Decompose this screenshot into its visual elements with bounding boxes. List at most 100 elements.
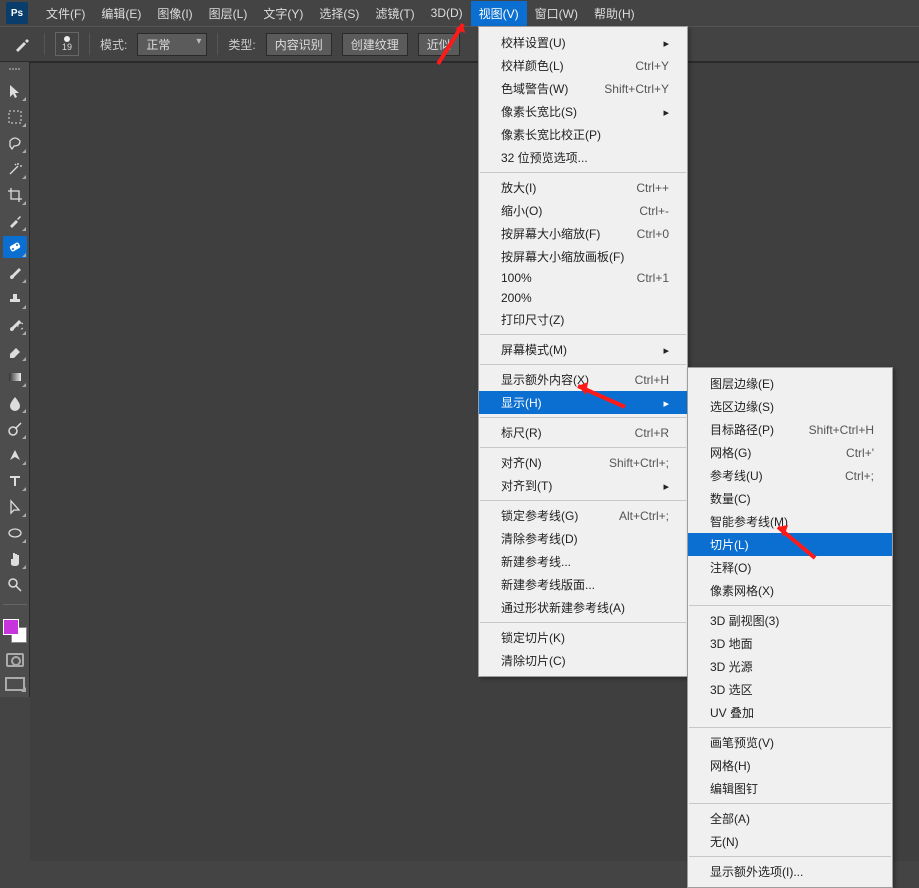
view-menu-item[interactable]: 标尺(R)Ctrl+R: [479, 421, 687, 444]
view-menu-item[interactable]: 像素长宽比校正(P): [479, 123, 687, 146]
show-menu-item[interactable]: 切片(L): [688, 533, 892, 556]
view-menu-item[interactable]: 放大(I)Ctrl++: [479, 176, 687, 199]
view-menu-item[interactable]: 通过形状新建参考线(A): [479, 596, 687, 619]
eraser-tool-icon[interactable]: [3, 340, 27, 362]
view-menu-item[interactable]: 按屏幕大小缩放(F)Ctrl+0: [479, 222, 687, 245]
view-menu-item[interactable]: 色域警告(W)Shift+Ctrl+Y: [479, 77, 687, 100]
screenmode-icon[interactable]: [5, 677, 25, 691]
quickmask-icon[interactable]: [6, 653, 24, 667]
dodge-tool-icon[interactable]: [3, 418, 27, 440]
mode-combo[interactable]: 正常: [137, 33, 207, 56]
show-menu-item[interactable]: 3D 选区: [688, 678, 892, 701]
menu-item-label: 200%: [501, 291, 669, 305]
menu-file[interactable]: 文件(F): [38, 1, 93, 26]
view-menu-item[interactable]: 新建参考线...: [479, 550, 687, 573]
show-menu-item[interactable]: 画笔预览(V): [688, 731, 892, 754]
brush-size-picker[interactable]: 19: [55, 32, 79, 56]
menu-filter[interactable]: 滤镜(T): [367, 1, 422, 26]
gradient-tool-icon[interactable]: [3, 366, 27, 388]
show-menu-item[interactable]: 智能参考线(M): [688, 510, 892, 533]
show-menu-item[interactable]: 3D 地面: [688, 632, 892, 655]
menu-select[interactable]: 选择(S): [311, 1, 367, 26]
tool-preset-icon[interactable]: [10, 33, 34, 55]
type-tool-icon[interactable]: [3, 470, 27, 492]
menu-item-label: 色域警告(W): [501, 80, 574, 97]
view-menu-item[interactable]: 32 位预览选项...: [479, 146, 687, 169]
toolbar-handle[interactable]: [0, 68, 30, 74]
blur-tool-icon[interactable]: [3, 392, 27, 414]
brush-tool-icon[interactable]: [3, 262, 27, 284]
show-menu-item[interactable]: 注释(O): [688, 556, 892, 579]
path-select-tool-icon[interactable]: [3, 496, 27, 518]
show-menu-item[interactable]: 选区边缘(S): [688, 395, 892, 418]
view-menu-item[interactable]: 对齐到(T): [479, 474, 687, 497]
menu-edit[interactable]: 编辑(E): [93, 1, 149, 26]
menu-item-label: 新建参考线...: [501, 553, 669, 570]
healing-tool-icon[interactable]: [3, 236, 27, 258]
show-menu-item[interactable]: 3D 副视图(3): [688, 609, 892, 632]
shape-tool-icon[interactable]: [3, 522, 27, 544]
type-approx[interactable]: 近似: [418, 33, 460, 56]
submenu-arrow-icon: [663, 396, 669, 410]
menu-layer[interactable]: 图层(L): [201, 1, 256, 26]
submenu-arrow-icon: [663, 36, 669, 50]
menu-item-label: 新建参考线版面...: [501, 576, 669, 593]
view-menu-item[interactable]: 200%: [479, 288, 687, 308]
view-menu-item[interactable]: 打印尺寸(Z): [479, 308, 687, 331]
view-menu-item[interactable]: 显示(H): [479, 391, 687, 414]
view-menu-item[interactable]: 屏幕模式(M): [479, 338, 687, 361]
show-menu-item[interactable]: 编辑图钉: [688, 777, 892, 800]
view-menu-item[interactable]: 对齐(N)Shift+Ctrl+;: [479, 451, 687, 474]
show-menu-item[interactable]: 网格(H): [688, 754, 892, 777]
show-menu-item[interactable]: 无(N): [688, 830, 892, 853]
view-menu-item[interactable]: 校样设置(U): [479, 31, 687, 54]
show-menu-item[interactable]: 网格(G)Ctrl+': [688, 441, 892, 464]
view-menu-item[interactable]: 校样颜色(L)Ctrl+Y: [479, 54, 687, 77]
eyedropper-tool-icon[interactable]: [3, 210, 27, 232]
history-brush-tool-icon[interactable]: [3, 314, 27, 336]
view-menu-item[interactable]: 像素长宽比(S): [479, 100, 687, 123]
wand-tool-icon[interactable]: [3, 158, 27, 180]
pen-tool-icon[interactable]: [3, 444, 27, 466]
type-create-texture[interactable]: 创建纹理: [342, 33, 408, 56]
stamp-tool-icon[interactable]: [3, 288, 27, 310]
show-menu-item[interactable]: 显示额外选项(I)...: [688, 860, 892, 883]
move-tool-icon[interactable]: [3, 80, 27, 102]
lasso-tool-icon[interactable]: [3, 132, 27, 154]
menu-item-label: 网格(H): [710, 757, 874, 774]
zoom-tool-icon[interactable]: [3, 574, 27, 596]
view-menu-item[interactable]: 按屏幕大小缩放画板(F): [479, 245, 687, 268]
menu-item-label: 校样颜色(L): [501, 57, 605, 74]
view-menu-item[interactable]: 锁定切片(K): [479, 626, 687, 649]
crop-tool-icon[interactable]: [3, 184, 27, 206]
view-menu-item[interactable]: 缩小(O)Ctrl+-: [479, 199, 687, 222]
menu-3d[interactable]: 3D(D): [423, 2, 471, 24]
menu-type[interactable]: 文字(Y): [255, 1, 311, 26]
hand-tool-icon[interactable]: [3, 548, 27, 570]
menu-item-label: 按屏幕大小缩放画板(F): [501, 248, 669, 265]
view-menu-item[interactable]: 100%Ctrl+1: [479, 268, 687, 288]
show-menu-item[interactable]: 目标路径(P)Shift+Ctrl+H: [688, 418, 892, 441]
show-menu-item[interactable]: 3D 光源: [688, 655, 892, 678]
view-menu-item[interactable]: 清除参考线(D): [479, 527, 687, 550]
marquee-tool-icon[interactable]: [3, 106, 27, 128]
color-swatches[interactable]: [3, 619, 27, 643]
menu-window[interactable]: 窗口(W): [527, 1, 586, 26]
menu-image[interactable]: 图像(I): [149, 1, 200, 26]
menu-item-label: 清除参考线(D): [501, 530, 669, 547]
menu-help[interactable]: 帮助(H): [586, 1, 643, 26]
view-menu-item[interactable]: 新建参考线版面...: [479, 573, 687, 596]
type-content-aware[interactable]: 内容识别: [266, 33, 332, 56]
view-menu-item[interactable]: 清除切片(C): [479, 649, 687, 672]
show-menu-item[interactable]: 全部(A): [688, 807, 892, 830]
show-menu-item[interactable]: UV 叠加: [688, 701, 892, 724]
menu-view[interactable]: 视图(V): [471, 1, 527, 26]
show-menu-item[interactable]: 图层边缘(E): [688, 372, 892, 395]
view-menu-item[interactable]: 锁定参考线(G)Alt+Ctrl+;: [479, 504, 687, 527]
foreground-color-swatch[interactable]: [3, 619, 19, 635]
menu-item-shortcut: Ctrl++: [636, 181, 669, 195]
show-menu-item[interactable]: 像素网格(X): [688, 579, 892, 602]
show-menu-item[interactable]: 数量(C): [688, 487, 892, 510]
view-menu-item[interactable]: 显示额外内容(X)Ctrl+H: [479, 368, 687, 391]
show-menu-item[interactable]: 参考线(U)Ctrl+;: [688, 464, 892, 487]
